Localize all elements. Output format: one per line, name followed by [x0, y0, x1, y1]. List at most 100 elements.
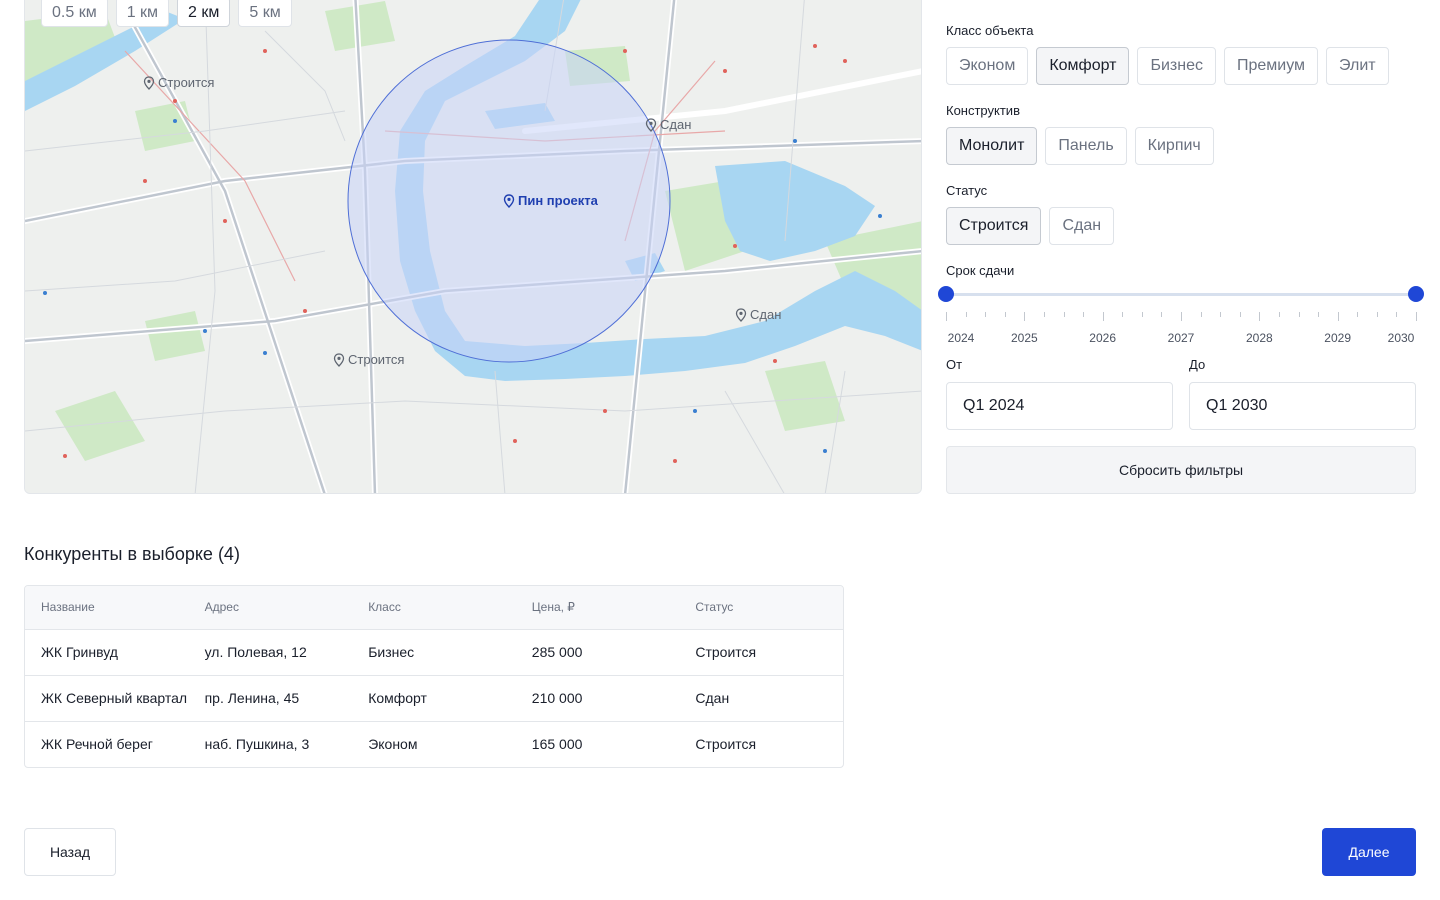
- construct-filter-label: Конструктив: [946, 103, 1020, 118]
- slider-tick: [1200, 312, 1202, 317]
- class-option-elite[interactable]: Элит: [1326, 47, 1389, 85]
- from-label: От: [946, 357, 963, 372]
- cell-name: ЖК Северный квартал: [41, 690, 188, 706]
- radius-option-5km[interactable]: 5 км: [238, 0, 292, 27]
- construct-option-panel[interactable]: Панель: [1045, 127, 1127, 165]
- slider-fill: [946, 293, 1416, 296]
- slider-tick: [965, 312, 967, 317]
- cell-address: пр. Ленина, 45: [204, 690, 300, 706]
- pin-label: Сдан: [750, 307, 782, 322]
- column-header[interactable]: Цена, ₽: [516, 597, 680, 618]
- table-row[interactable]: ЖК Речной берег наб. Пушкина, 3 Эконом 1…: [25, 721, 843, 767]
- competitor-pin[interactable]: Сдан: [735, 307, 781, 322]
- cell-price: 285 000: [531, 644, 583, 660]
- map-view[interactable]: 0.5 км 1 км 2 км 5 км Строится Сдан Сдан…: [24, 0, 922, 494]
- column-header[interactable]: Статус: [679, 597, 843, 618]
- table-row[interactable]: ЖК Гринвуд ул. Полевая, 12 Бизнес 285 00…: [25, 629, 843, 675]
- deadline-range-slider[interactable]: 2024 2025 2026 2027 2028 2029 2030: [938, 286, 1424, 350]
- competitor-pin[interactable]: Сдан: [645, 117, 691, 132]
- pin-label: Строится: [348, 352, 405, 367]
- column-header[interactable]: Класс: [352, 597, 516, 618]
- slider-tick: [1239, 312, 1241, 317]
- class-filter-label: Класс объекта: [946, 23, 1034, 38]
- slider-tick: [1396, 312, 1398, 317]
- cell-status: Сдан: [695, 690, 730, 706]
- column-header[interactable]: Адрес: [189, 597, 353, 618]
- class-option-premium[interactable]: Премиум: [1223, 47, 1319, 85]
- slider-tick: [946, 312, 947, 321]
- cell-name: ЖК Гринвуд: [41, 644, 118, 660]
- cell-class: Комфорт: [368, 690, 427, 706]
- slider-tick: [1416, 312, 1417, 321]
- cell-class: Бизнес: [368, 644, 415, 660]
- map-pin-icon: [735, 307, 747, 322]
- slider-tick: [1220, 312, 1222, 317]
- slider-tick: [1024, 312, 1026, 321]
- status-filter: Строится Сдан: [946, 207, 1115, 245]
- cell-status: Строится: [695, 736, 757, 752]
- slider-tick: [1357, 312, 1359, 317]
- radius-option-1km[interactable]: 1 км: [115, 0, 170, 27]
- class-option-comfort[interactable]: Комфорт: [1036, 47, 1130, 85]
- radius-option-0-5km[interactable]: 0.5 км: [41, 0, 108, 27]
- slider-thumb-to[interactable]: [1408, 286, 1424, 302]
- radius-option-2km[interactable]: 2 км: [177, 0, 231, 27]
- back-button[interactable]: Назад: [24, 828, 116, 876]
- cell-price: 165 000: [531, 736, 583, 752]
- next-button[interactable]: Далее: [1322, 828, 1416, 876]
- slider-tick: [1161, 312, 1163, 317]
- slider-year-label: 2026: [1089, 331, 1117, 345]
- to-field[interactable]: Q1 2030: [1189, 382, 1416, 430]
- slider-tick: [1083, 312, 1085, 317]
- table-row[interactable]: ЖК Северный квартал пр. Ленина, 45 Комфо…: [25, 675, 843, 721]
- cell-status: Строится: [695, 644, 757, 660]
- slider-year-label: 2025: [1010, 331, 1038, 345]
- project-pin[interactable]: Пин проекта: [503, 193, 598, 208]
- slider-tick: [1376, 312, 1378, 317]
- slider-tick: [1141, 312, 1143, 317]
- competitors-title: Конкуренты в выборке (4): [24, 544, 240, 564]
- project-pin-label: Пин проекта: [518, 193, 598, 208]
- cell-class: Эконом: [368, 736, 418, 752]
- slider-year-label: 2029: [1324, 331, 1352, 345]
- column-header[interactable]: Название: [25, 597, 189, 618]
- to-label: До: [1189, 357, 1206, 372]
- status-filter-label: Статус: [946, 183, 988, 198]
- competitor-pin[interactable]: Строится: [333, 352, 404, 367]
- table-header: Название Адрес Класс Цена, ₽ Статус: [25, 586, 843, 629]
- slider-tick: [1102, 312, 1104, 321]
- slider-year-label: 2030: [1387, 331, 1415, 345]
- slider-tick: [1337, 312, 1339, 321]
- from-field[interactable]: Q1 2024: [946, 382, 1173, 430]
- pin-label: Сдан: [660, 117, 692, 132]
- cell-price: 210 000: [531, 690, 583, 706]
- slider-tick: [1259, 312, 1261, 321]
- cell-address: наб. Пушкина, 3: [204, 736, 310, 752]
- map-pin-icon: [645, 117, 657, 132]
- slider-year-label: 2024: [947, 331, 975, 345]
- map-pin-icon: [333, 352, 345, 367]
- competitors-table: Название Адрес Класс Цена, ₽ Статус ЖК Г…: [24, 585, 844, 768]
- class-option-econom[interactable]: Эконом: [946, 47, 1029, 85]
- slider-tick: [1318, 312, 1320, 317]
- slider-tick: [1043, 312, 1045, 317]
- cell-address: ул. Полевая, 12: [204, 644, 307, 660]
- radius-switch: 0.5 км 1 км 2 км 5 км: [41, 0, 292, 27]
- slider-tick: [1063, 312, 1065, 317]
- competitor-pin[interactable]: Строится: [143, 75, 214, 90]
- status-option-done[interactable]: Сдан: [1049, 207, 1115, 245]
- class-option-business[interactable]: Бизнес: [1137, 47, 1216, 85]
- construct-filter: Монолит Панель Кирпич: [946, 127, 1214, 165]
- slider-tick: [1122, 312, 1124, 317]
- reset-filters-button[interactable]: Сбросить фильтры: [946, 446, 1416, 494]
- class-filter: Эконом Комфорт Бизнес Премиум Элит: [946, 47, 1389, 85]
- pin-label: Строится: [158, 75, 215, 90]
- slider-thumb-from[interactable]: [938, 286, 954, 302]
- deadline-filter-label: Срок сдачи: [946, 263, 1015, 278]
- slider-year-label: 2027: [1167, 331, 1195, 345]
- status-option-building[interactable]: Строится: [946, 207, 1042, 245]
- construct-option-monolith[interactable]: Монолит: [946, 127, 1038, 165]
- construct-option-brick[interactable]: Кирпич: [1134, 127, 1214, 165]
- slider-tick: [985, 312, 987, 317]
- slider-tick: [1278, 312, 1280, 317]
